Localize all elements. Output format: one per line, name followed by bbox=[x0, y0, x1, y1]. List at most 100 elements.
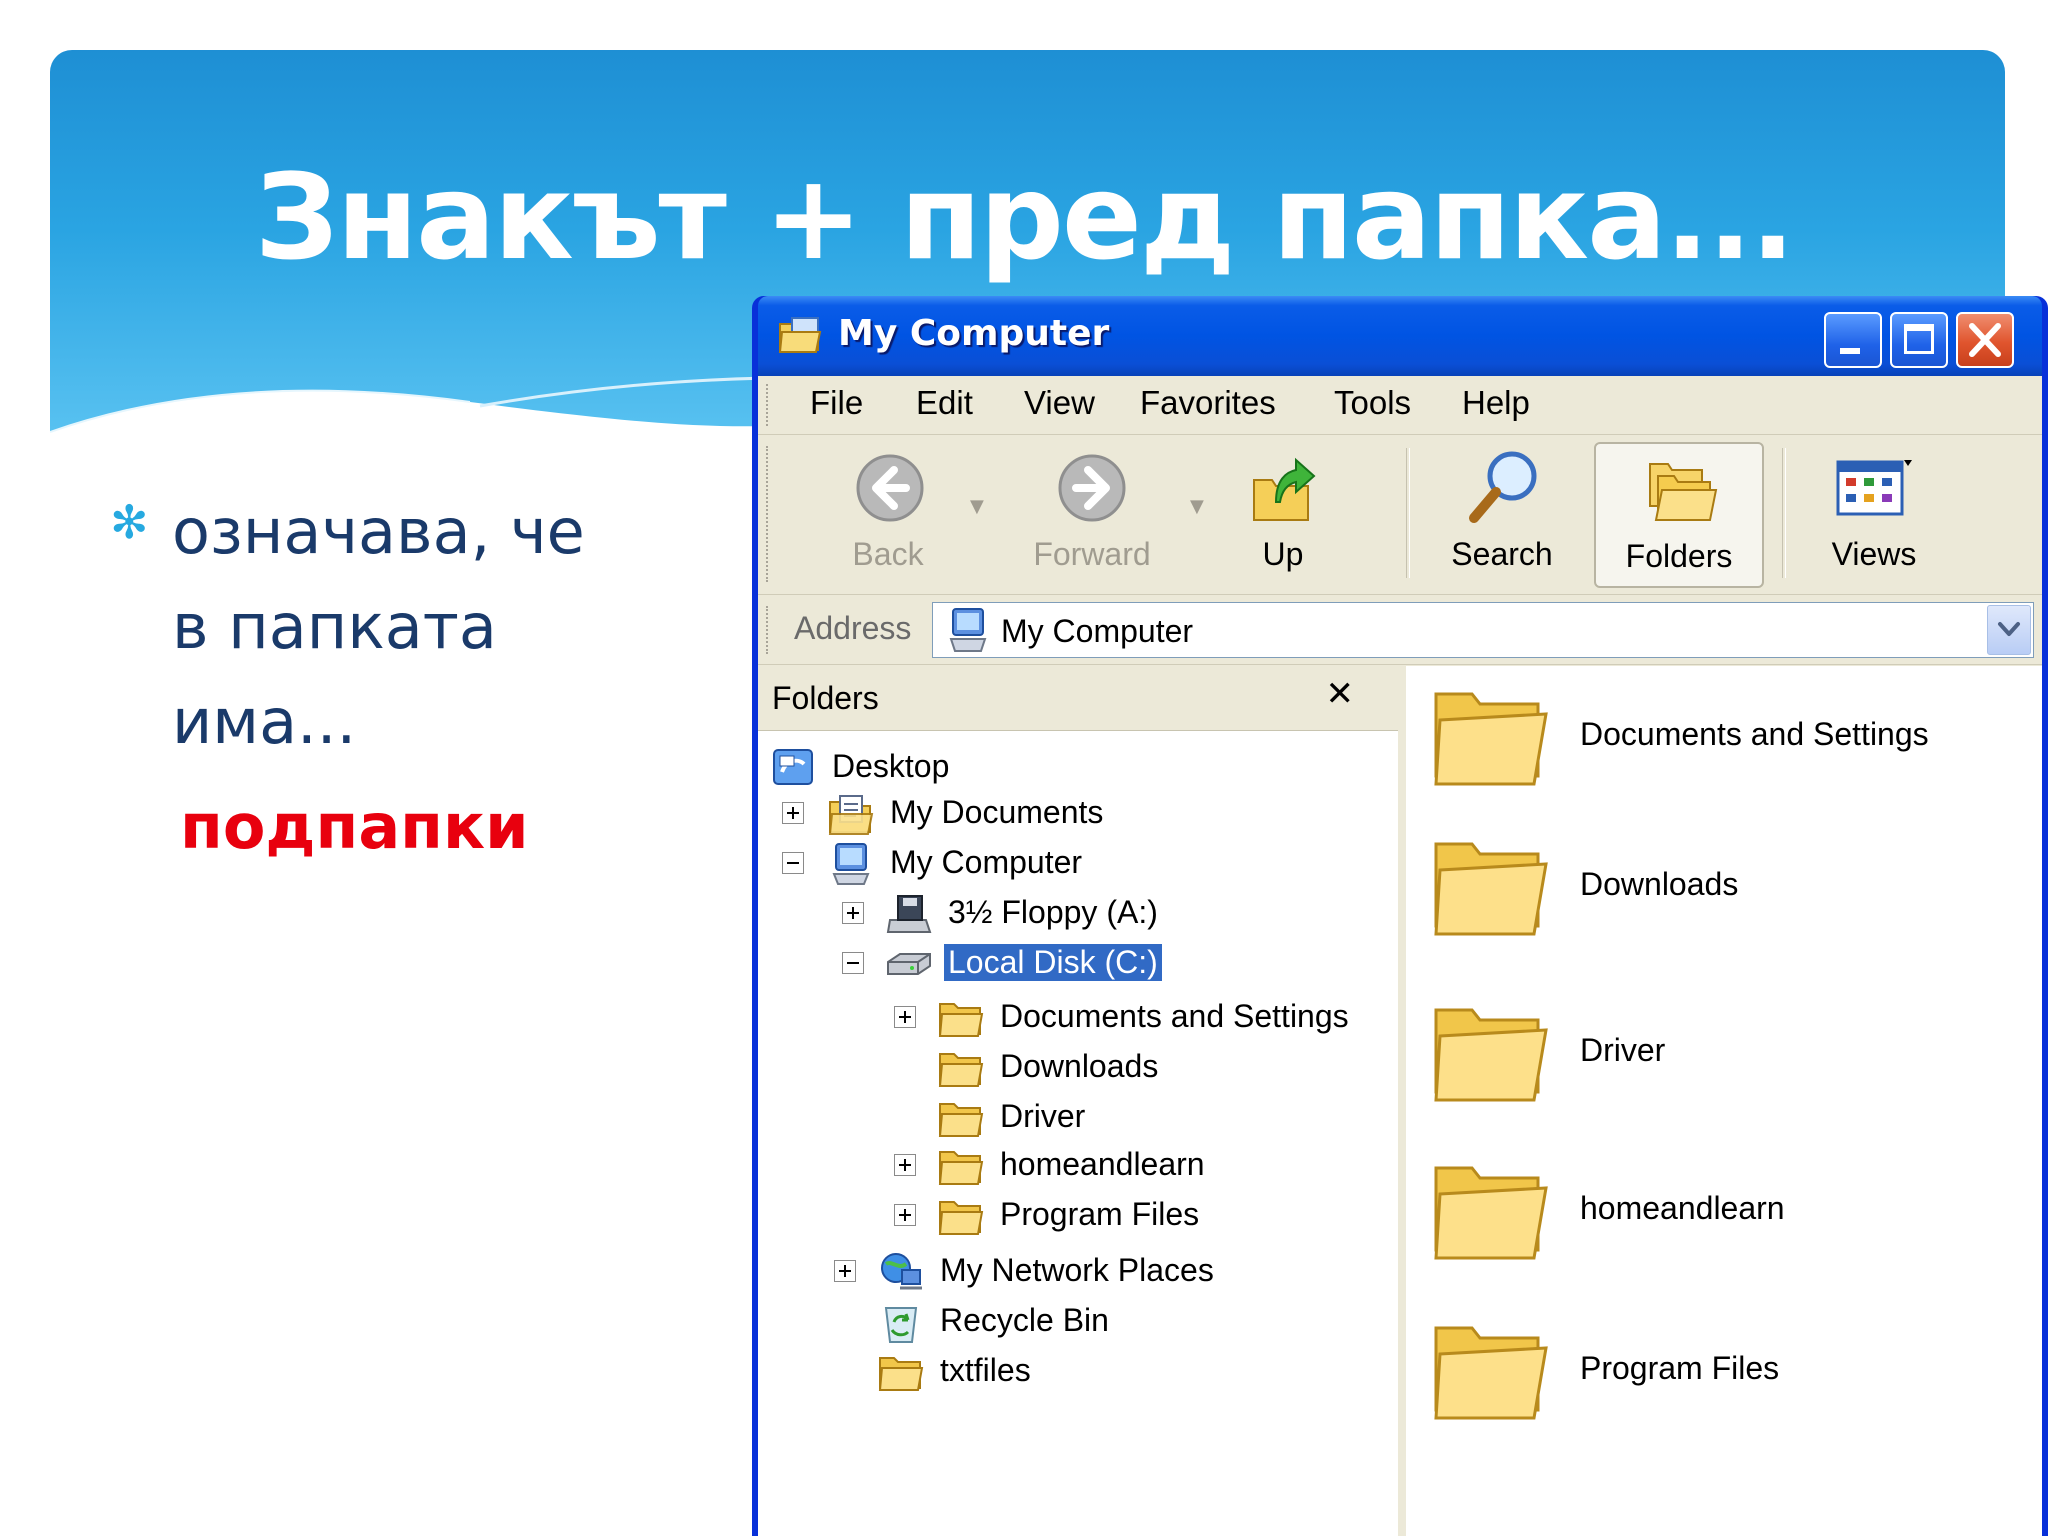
expand-plus-icon[interactable] bbox=[782, 802, 804, 824]
my-computer-title-icon bbox=[778, 317, 822, 353]
folder-icon bbox=[1434, 1008, 1548, 1102]
back-arrow-icon bbox=[856, 454, 924, 522]
forward-dropdown-icon[interactable]: ▼ bbox=[1190, 496, 1204, 517]
standard-toolbar: Back ▼ Forward ▼ Up Search Folders Views bbox=[758, 436, 2042, 595]
network-places-icon bbox=[881, 1253, 922, 1290]
menu-help[interactable]: Help bbox=[1462, 384, 1530, 422]
tree-label: Driver bbox=[1000, 1098, 1086, 1134]
forward-label: Forward bbox=[1033, 536, 1151, 572]
tree-label-selected: Local Disk (C:) bbox=[944, 944, 1162, 981]
hard-disk-icon bbox=[887, 953, 931, 975]
menu-file[interactable]: File bbox=[810, 384, 863, 422]
content-folder-documents-and-settings[interactable]: Documents and Settings bbox=[1430, 680, 2042, 800]
folder-icon bbox=[878, 1357, 924, 1391]
maximize-icon bbox=[1904, 324, 1934, 354]
menu-favorites[interactable]: Favorites bbox=[1140, 384, 1276, 422]
up-folder-icon bbox=[1253, 457, 1316, 521]
folder-icon bbox=[1434, 1166, 1548, 1260]
title-bar[interactable]: My Computer bbox=[758, 296, 2042, 376]
content-folder-label: Documents and Settings bbox=[1580, 716, 1929, 752]
close-button[interactable] bbox=[1956, 312, 2014, 368]
floppy-drive-icon bbox=[886, 895, 932, 933]
expand-plus-icon[interactable] bbox=[834, 1260, 856, 1282]
collapse-minus-icon[interactable] bbox=[842, 952, 864, 974]
menu-edit[interactable]: Edit bbox=[916, 384, 973, 422]
back-dropdown-icon[interactable]: ▼ bbox=[970, 496, 984, 517]
bullet-text: означава, че в папката има... bbox=[172, 495, 585, 758]
address-label: Address bbox=[794, 610, 912, 646]
answer-text: подпапки bbox=[180, 790, 529, 863]
expand-plus-icon[interactable] bbox=[894, 1154, 916, 1176]
tree-label: My Computer bbox=[890, 844, 1083, 880]
forward-arrow-icon bbox=[1058, 454, 1126, 522]
tree-label: Program Files bbox=[1000, 1196, 1200, 1232]
my-computer-icon bbox=[832, 843, 870, 885]
desktop-icon bbox=[773, 749, 813, 785]
maximize-button[interactable] bbox=[1890, 312, 1948, 368]
search-icon bbox=[1469, 451, 1537, 523]
expand-plus-icon[interactable] bbox=[842, 902, 864, 924]
content-folder-driver[interactable]: Driver bbox=[1430, 996, 2042, 1116]
folders-pane-title: Folders bbox=[772, 680, 879, 716]
back-button[interactable]: Back bbox=[818, 442, 958, 588]
address-dropdown-button[interactable] bbox=[1987, 605, 2031, 655]
tree-label: Desktop bbox=[832, 748, 950, 784]
back-label: Back bbox=[852, 536, 924, 572]
bullet-star-icon: ✻ bbox=[110, 495, 149, 549]
content-folder-label: Program Files bbox=[1580, 1350, 1780, 1386]
chevron-down-icon bbox=[1998, 622, 2020, 636]
window-title: My Computer bbox=[838, 313, 1110, 354]
minimize-button[interactable] bbox=[1824, 312, 1882, 368]
folder-icon bbox=[1434, 842, 1548, 936]
folder-icon bbox=[1434, 1326, 1548, 1420]
menu-grip bbox=[766, 384, 772, 426]
search-label: Search bbox=[1451, 536, 1553, 572]
tree-label: homeandlearn bbox=[1000, 1146, 1205, 1182]
explorer-panes: Folders ✕ Desktop My Documents My Comput… bbox=[758, 666, 2042, 1536]
folder-icon bbox=[938, 1201, 984, 1235]
up-label: Up bbox=[1262, 536, 1304, 572]
address-value: My Computer bbox=[1001, 613, 1194, 649]
folders-label: Folders bbox=[1625, 538, 1733, 574]
menu-view[interactable]: View bbox=[1024, 384, 1095, 422]
close-icon bbox=[1969, 323, 2001, 357]
my-computer-icon bbox=[949, 608, 987, 652]
content-folder-label: homeandlearn bbox=[1580, 1190, 1785, 1226]
folder-icon bbox=[938, 1003, 984, 1037]
tree-label: Recycle Bin bbox=[940, 1302, 1109, 1338]
forward-button[interactable]: Forward bbox=[1002, 442, 1182, 588]
expand-plus-icon[interactable] bbox=[894, 1006, 916, 1028]
folders-button[interactable]: Folders bbox=[1594, 442, 1764, 588]
tree-label: 3½ Floppy (A:) bbox=[948, 894, 1158, 930]
tree-label: Documents and Settings bbox=[1000, 998, 1349, 1034]
search-button[interactable]: Search bbox=[1422, 442, 1582, 588]
slide-title: Знакът + пред папка... bbox=[254, 148, 1795, 286]
menu-bar: File Edit View Favorites Tools Help bbox=[758, 376, 2042, 435]
views-button[interactable]: Views bbox=[1794, 442, 1954, 588]
folders-pane: Folders ✕ Desktop My Documents My Comput… bbox=[758, 666, 1406, 1536]
toolbar-grip bbox=[766, 446, 772, 582]
collapse-minus-icon[interactable] bbox=[782, 852, 804, 874]
window-client: File Edit View Favorites Tools Help Back… bbox=[758, 376, 2042, 1536]
explorer-window: My Computer File Edit View Favorites Too… bbox=[752, 296, 2048, 1536]
folders-pane-close-icon[interactable]: ✕ bbox=[1326, 674, 1355, 714]
content-pane: Documents and Settings Downloads Driver bbox=[1406, 666, 2042, 1536]
folders-pane-header: Folders ✕ bbox=[758, 666, 1398, 731]
menu-tools[interactable]: Tools bbox=[1334, 384, 1411, 422]
minimize-icon bbox=[1840, 348, 1860, 354]
toolbar-separator bbox=[1406, 448, 1410, 578]
content-folder-program-files[interactable]: Program Files bbox=[1430, 1314, 2042, 1434]
folder-icon bbox=[938, 1103, 984, 1137]
content-folder-homeandlearn[interactable]: homeandlearn bbox=[1430, 1154, 2042, 1274]
content-folder-downloads[interactable]: Downloads bbox=[1430, 830, 2042, 950]
up-button[interactable]: Up bbox=[1228, 442, 1338, 588]
views-icon bbox=[1836, 460, 1912, 516]
content-folder-label: Downloads bbox=[1580, 866, 1739, 902]
my-documents-icon bbox=[828, 795, 874, 835]
tree-label: My Documents bbox=[890, 794, 1104, 830]
tree-label: txtfiles bbox=[940, 1352, 1031, 1388]
folder-icon bbox=[938, 1151, 984, 1185]
tree-label: Downloads bbox=[1000, 1048, 1159, 1084]
expand-plus-icon[interactable] bbox=[894, 1204, 916, 1226]
address-input[interactable]: My Computer bbox=[932, 602, 2034, 658]
